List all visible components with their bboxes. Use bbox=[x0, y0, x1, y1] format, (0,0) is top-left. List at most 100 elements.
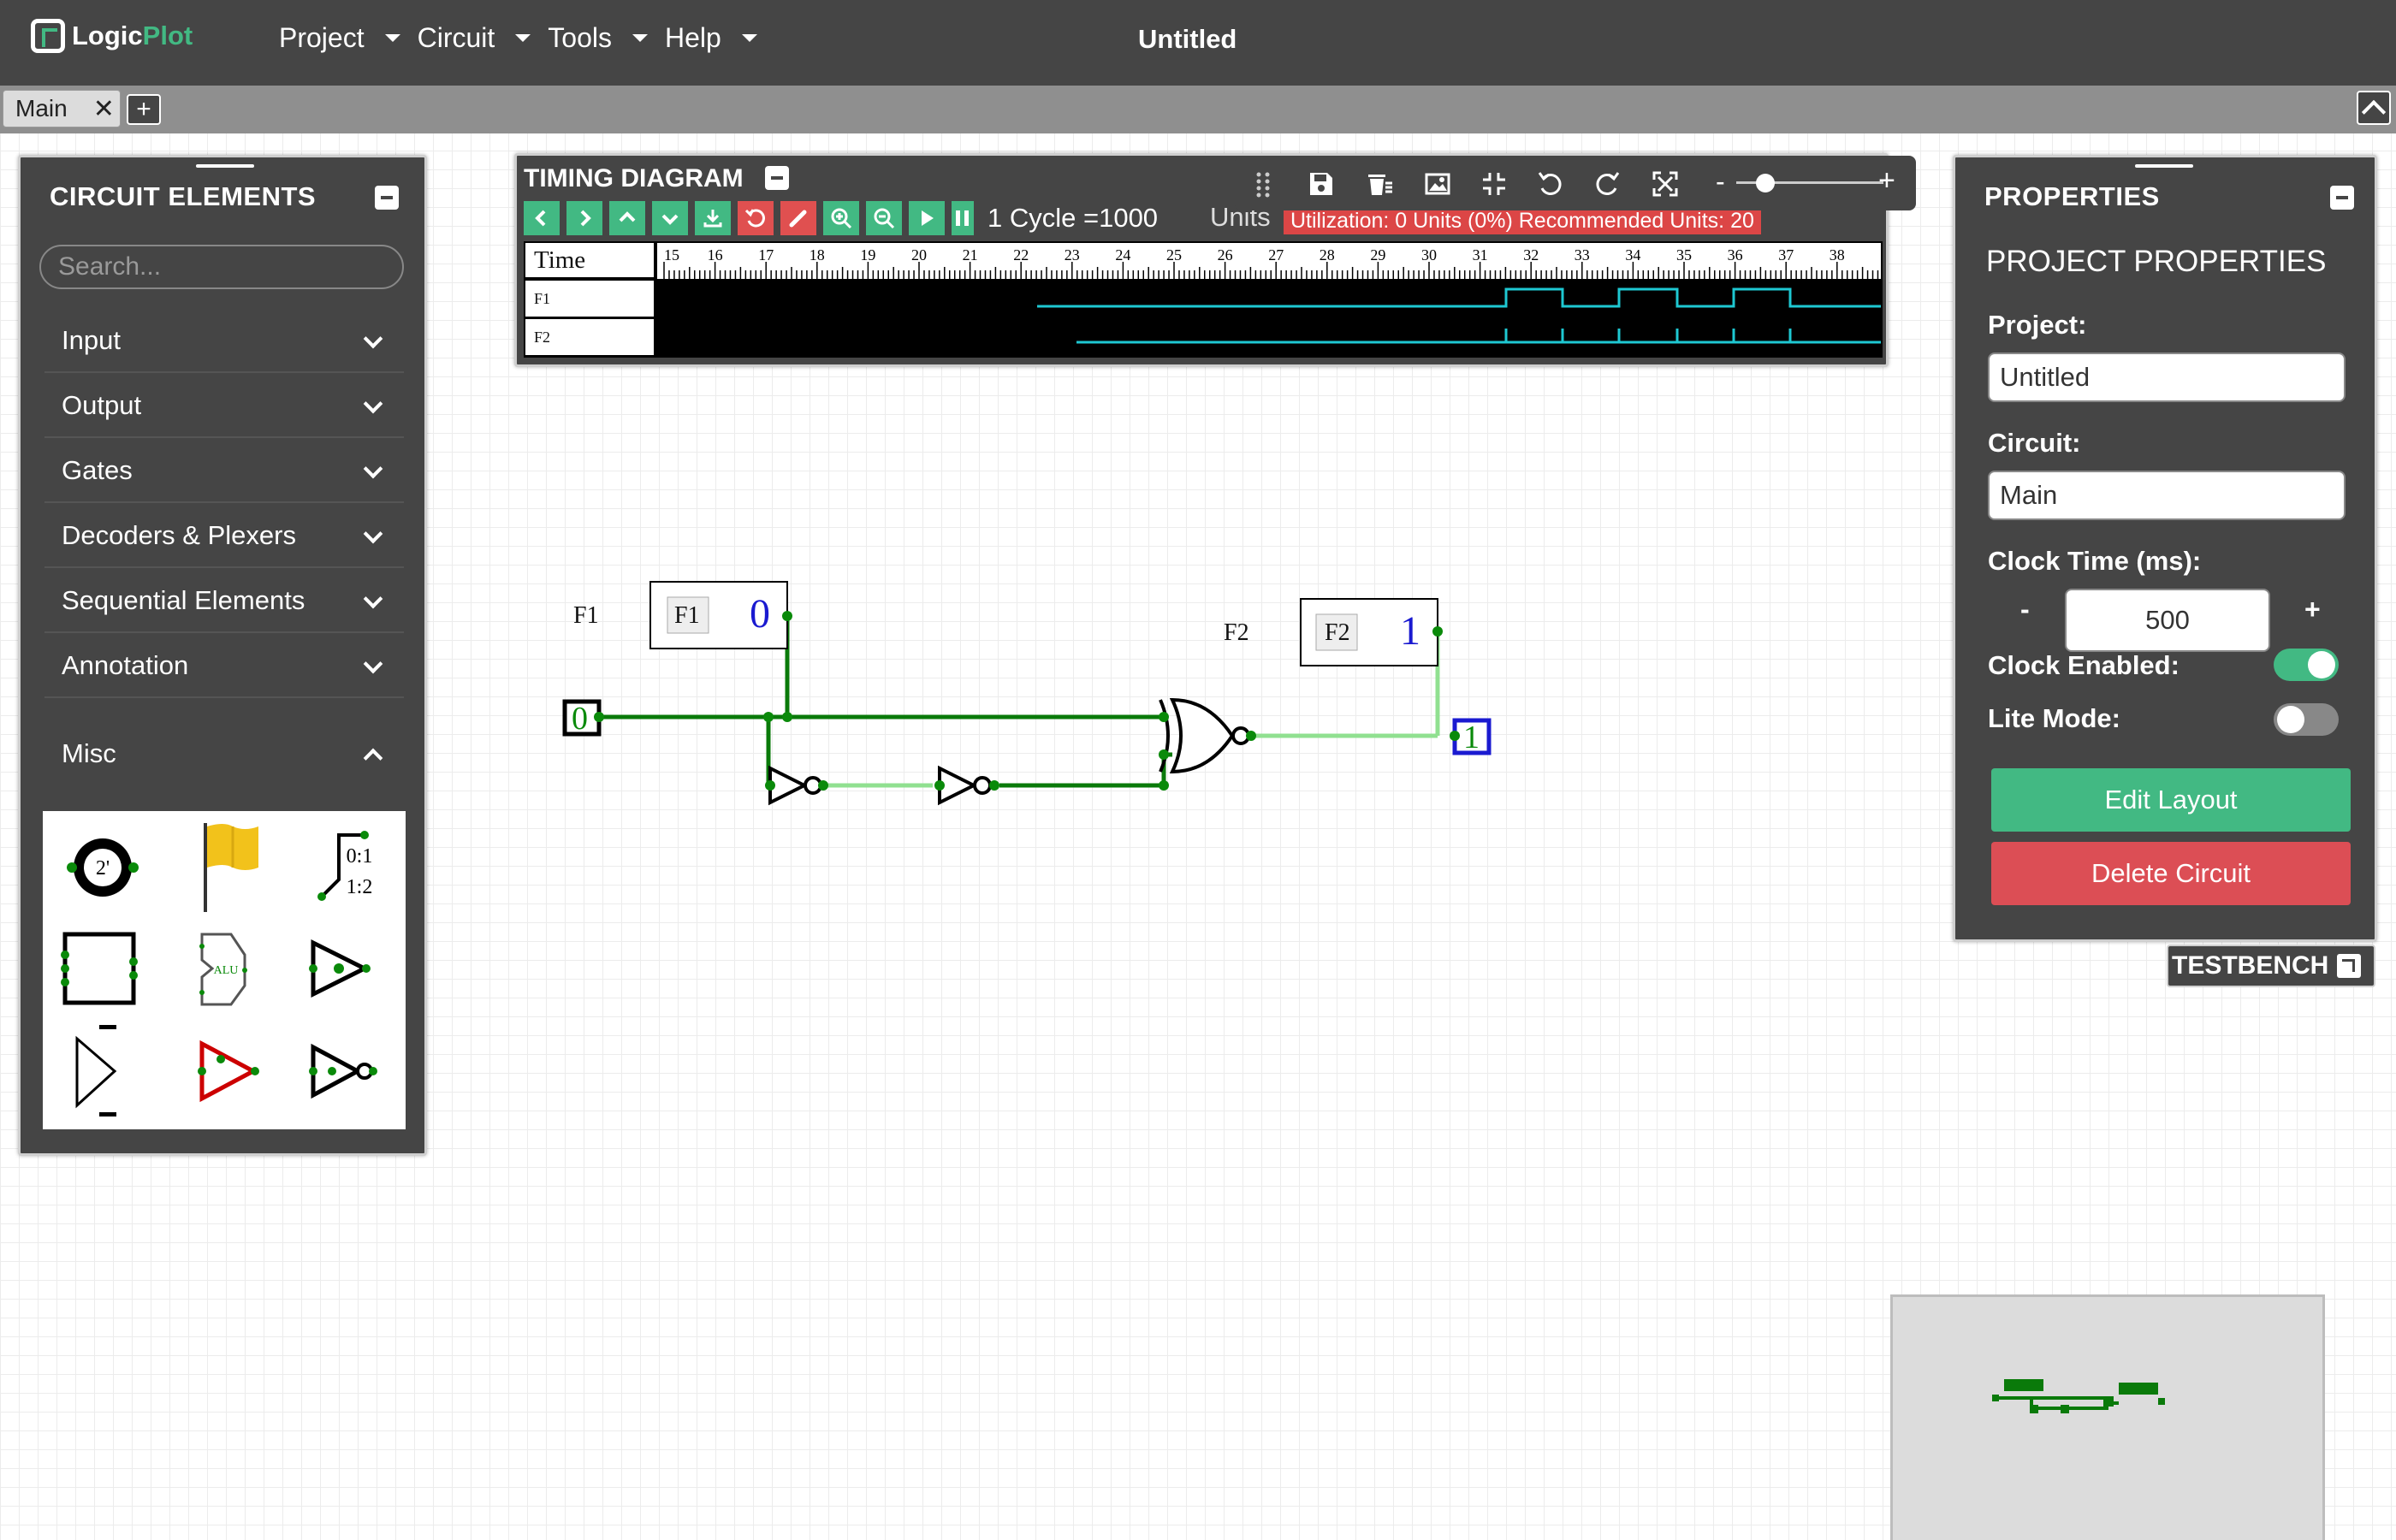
controlled-buffer-icon[interactable] bbox=[291, 921, 394, 1016]
logo-text-logic: Logic bbox=[72, 21, 143, 50]
nav-menu: Project Circuit Tools Help bbox=[279, 22, 774, 54]
chevron-down-icon bbox=[363, 524, 383, 544]
zoom-out-icon[interactable] bbox=[866, 201, 902, 235]
lite-mode-toggle[interactable] bbox=[2274, 703, 2339, 736]
close-icon[interactable]: ✕ bbox=[93, 94, 115, 124]
tristate-icon[interactable] bbox=[51, 1022, 154, 1117]
zoom-slider[interactable] bbox=[1736, 174, 1883, 192]
panel-title: PROPERTIES bbox=[1984, 181, 2160, 211]
timing-toolbar: 1 Cycle =1000 bbox=[524, 201, 1158, 235]
tab-label: Main bbox=[15, 95, 68, 121]
clock-enabled-toggle[interactable] bbox=[2274, 649, 2339, 681]
testbench-button[interactable]: TESTBENCH bbox=[2167, 945, 2375, 987]
section-title: PROJECT PROPERTIES bbox=[1986, 245, 2327, 278]
ruler-tick-label: 15 bbox=[664, 246, 679, 264]
category-sequential[interactable]: Sequential Elements bbox=[44, 570, 404, 633]
wire-active bbox=[823, 631, 1440, 788]
category-annotation[interactable]: Annotation bbox=[44, 635, 404, 698]
drag-handle[interactable] bbox=[196, 164, 254, 168]
drag-handle[interactable] bbox=[2135, 164, 2193, 168]
ruler-tick-label: 20 bbox=[911, 246, 927, 264]
f2-value: 1 bbox=[1400, 608, 1420, 654]
edit-layout-button[interactable]: Edit Layout bbox=[1991, 768, 2351, 832]
svg-text:ALU: ALU bbox=[214, 964, 239, 977]
chevron-right-icon[interactable] bbox=[566, 201, 602, 235]
canvas-toolbar: - + bbox=[1235, 156, 1916, 210]
caret-down-icon bbox=[741, 34, 757, 42]
minimize-button[interactable] bbox=[375, 186, 399, 210]
project-name-input[interactable]: Untitled bbox=[1988, 352, 2346, 402]
zoom-in-icon[interactable] bbox=[823, 201, 859, 235]
wire bbox=[599, 614, 1172, 788]
project-title[interactable]: Untitled bbox=[1138, 24, 1237, 55]
zoom-slider-knob[interactable] bbox=[1756, 174, 1776, 192]
category-input[interactable]: Input bbox=[44, 310, 404, 373]
tab-main[interactable]: Main ✕ bbox=[3, 90, 121, 127]
chevron-up-icon[interactable] bbox=[609, 201, 645, 235]
menu-project[interactable]: Project bbox=[279, 22, 400, 54]
download-icon[interactable] bbox=[695, 201, 731, 235]
paint-icon[interactable] bbox=[780, 201, 816, 235]
circuit-name-input[interactable]: Main bbox=[1988, 471, 2346, 520]
redo-icon[interactable] bbox=[1592, 169, 1622, 198]
collapse-tabs-button[interactable] bbox=[2357, 91, 2391, 125]
chevron-down-icon[interactable] bbox=[652, 201, 688, 235]
delete-circuit-button[interactable]: Delete Circuit bbox=[1991, 842, 2351, 905]
ruler-tick-label: 29 bbox=[1370, 246, 1385, 264]
fit-icon[interactable] bbox=[1480, 169, 1509, 198]
clock-decrement-button[interactable]: - bbox=[2020, 594, 2030, 625]
menu-help[interactable]: Help bbox=[665, 22, 757, 54]
drag-handle-icon[interactable] bbox=[1248, 169, 1278, 198]
fullscreen-icon[interactable] bbox=[1651, 169, 1680, 198]
splitter-icon[interactable]: 0:1 1:2 bbox=[291, 820, 394, 915]
zoom-in-button[interactable]: + bbox=[1878, 164, 1895, 198]
timing-title: TIMING DIAGRAM bbox=[524, 164, 744, 192]
external-link-icon bbox=[2337, 954, 2362, 978]
f2-label[interactable]: F2 bbox=[1224, 619, 1249, 647]
minimap[interactable] bbox=[1890, 1294, 2325, 1540]
ruler-tick-label: 24 bbox=[1115, 246, 1130, 264]
ruler-tick-label: 31 bbox=[1473, 246, 1488, 264]
chevron-down-icon bbox=[363, 329, 383, 349]
chevron-down-icon bbox=[363, 459, 383, 479]
play-icon[interactable] bbox=[909, 201, 945, 235]
search-input[interactable] bbox=[39, 245, 404, 289]
delete-icon[interactable] bbox=[1365, 169, 1394, 198]
category-output[interactable]: Output bbox=[44, 375, 404, 438]
f1-label[interactable]: F1 bbox=[573, 602, 599, 630]
menu-tools[interactable]: Tools bbox=[548, 22, 648, 54]
image-icon[interactable] bbox=[1423, 169, 1452, 198]
caret-down-icon bbox=[632, 34, 648, 42]
category-misc[interactable]: Misc bbox=[44, 722, 404, 785]
menu-circuit[interactable]: Circuit bbox=[418, 22, 531, 54]
add-tab-button[interactable]: + bbox=[127, 94, 161, 125]
clock-increment-button[interactable]: + bbox=[2304, 594, 2321, 625]
ruler-tick-label: 34 bbox=[1625, 246, 1640, 264]
undo-icon[interactable] bbox=[1536, 169, 1565, 198]
f1-value: 0 bbox=[750, 591, 770, 637]
ruler-tick-label: 16 bbox=[708, 246, 723, 264]
input-value[interactable]: 0 bbox=[572, 700, 588, 737]
chevron-left-icon[interactable] bbox=[524, 201, 560, 235]
minimize-button[interactable] bbox=[2330, 186, 2354, 210]
clock-time-input[interactable]: 500 bbox=[2065, 589, 2270, 652]
pause-icon[interactable] bbox=[952, 201, 974, 235]
reset-icon[interactable] bbox=[738, 201, 774, 235]
rectangle-icon[interactable] bbox=[51, 921, 154, 1016]
minimize-button[interactable] bbox=[765, 166, 789, 190]
category-decoders-plexers[interactable]: Decoders & Plexers bbox=[44, 505, 404, 568]
alu-icon[interactable]: ALU bbox=[171, 921, 274, 1016]
buffer-icon[interactable] bbox=[171, 1022, 274, 1117]
power-icon[interactable]: 2' bbox=[51, 820, 154, 915]
save-icon[interactable] bbox=[1307, 169, 1336, 198]
output-value: 1 bbox=[1463, 720, 1480, 755]
logo[interactable]: LogicPlot bbox=[31, 19, 193, 53]
utilization-badge: Utilization: 0 Units (0%) Recommended Un… bbox=[1284, 207, 1761, 234]
zoom-out-button[interactable]: - bbox=[1716, 166, 1725, 198]
not-gate-icon[interactable] bbox=[291, 1022, 394, 1117]
project-label: Project: bbox=[1988, 310, 2087, 340]
chevron-down-icon bbox=[363, 654, 383, 674]
category-gates[interactable]: Gates bbox=[44, 440, 404, 503]
flag-icon[interactable] bbox=[171, 820, 274, 915]
cycle-text[interactable]: 1 Cycle =1000 bbox=[987, 203, 1158, 234]
